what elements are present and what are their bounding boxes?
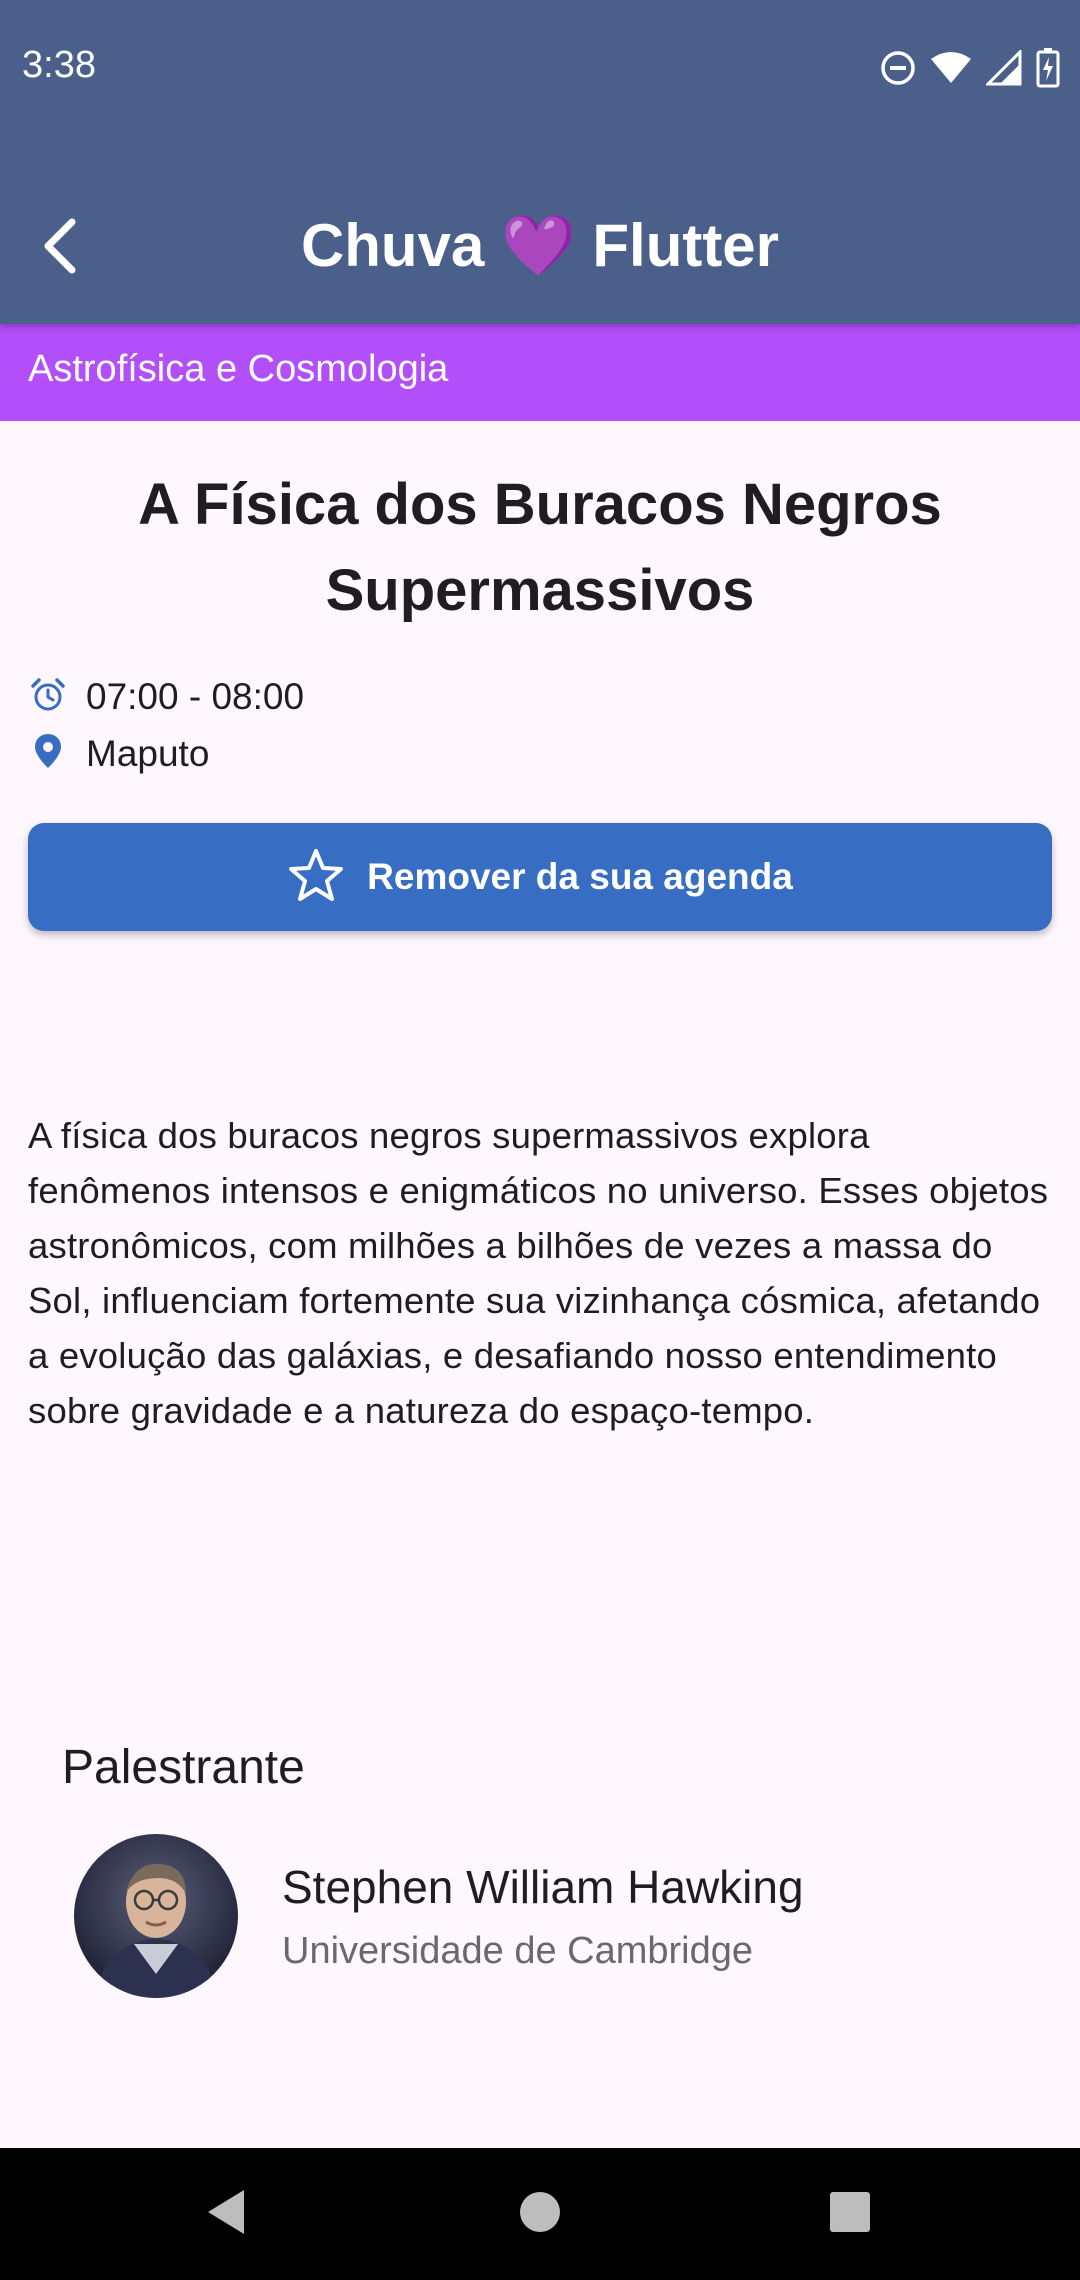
status-time: 3:38 — [22, 44, 96, 86]
location-pin-icon — [30, 732, 66, 775]
nav-home-icon — [518, 2190, 562, 2239]
time-row: 07:00 - 08:00 — [30, 676, 304, 718]
status-icons — [880, 46, 1060, 90]
cellular-signal-icon — [986, 50, 1022, 86]
track-label: Astrofísica e Cosmologia — [28, 348, 449, 390]
nav-back-button[interactable] — [196, 2184, 256, 2244]
nav-home-button[interactable] — [510, 2184, 570, 2244]
alarm-clock-icon — [30, 677, 66, 718]
battery-charging-icon — [1036, 48, 1060, 88]
talk-description: A física dos buracos negros supermassivo… — [28, 1115, 1049, 1431]
agenda-button-label: Remover da sua agenda — [367, 856, 793, 897]
talk-title: A Física dos Buracos Negros Supermassivo… — [138, 472, 942, 623]
app-title: Chuva 💜 Flutter — [300, 212, 780, 279]
system-nav-bar — [0, 2148, 1080, 2280]
speakers-heading: Palestrante — [62, 1741, 305, 1794]
nav-recents-icon — [828, 2190, 872, 2239]
wifi-icon — [930, 51, 972, 85]
talk-time: 07:00 - 08:00 — [86, 676, 305, 717]
speaker-name[interactable]: Stephen William Hawking — [282, 1860, 804, 1914]
speaker-avatar[interactable] — [74, 1834, 238, 1998]
remove-from-agenda-button[interactable]: Remover da sua agenda — [28, 823, 1052, 931]
app-bar: 3:38 Chuva 💜 Flutter — [0, 0, 1080, 324]
star-outline-icon — [287, 847, 345, 908]
nav-recents-button[interactable] — [820, 2184, 880, 2244]
speaker-affiliation: Universidade de Cambridge — [282, 1930, 754, 1972]
talk-location: Maputo — [86, 732, 210, 774]
nav-back-icon — [204, 2188, 248, 2241]
do-not-disturb-icon — [880, 50, 916, 86]
location-row: Maputo — [30, 732, 209, 775]
